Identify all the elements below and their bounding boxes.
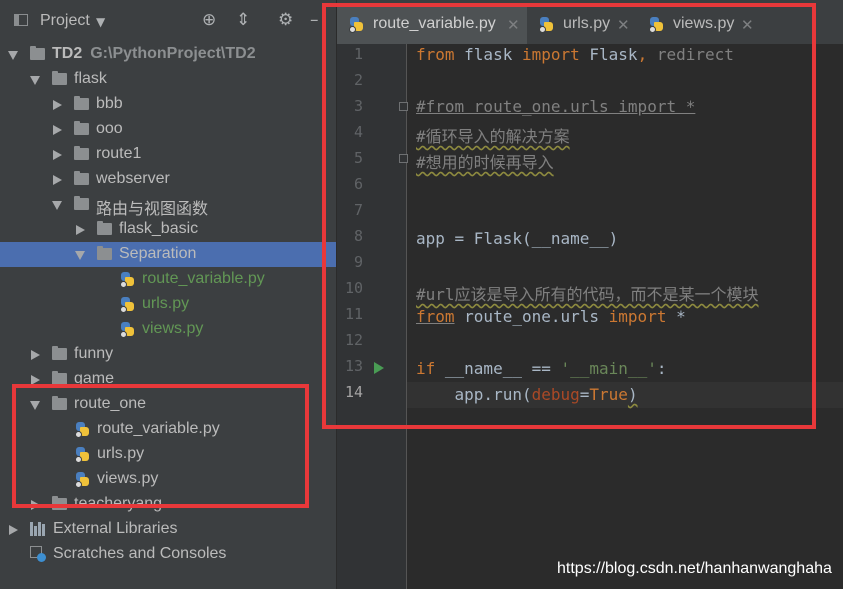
gear-icon[interactable]: ⚙ <box>278 11 293 29</box>
folder-icon <box>52 346 67 360</box>
folder-icon <box>30 46 45 60</box>
tree-item-label: ooo <box>96 120 123 137</box>
folder-icon <box>97 221 112 235</box>
collapse-all-icon[interactable]: ⇕ <box>236 11 250 29</box>
python-file-icon <box>120 321 135 338</box>
tree-item-label: funny <box>74 345 114 362</box>
locate-icon[interactable]: ⊕ <box>202 11 216 29</box>
expand-arrow-down-icon[interactable] <box>75 251 85 260</box>
tree-item-label: flask_basic <box>119 220 199 237</box>
tree-item-label: 路由与视图函数 <box>96 201 209 218</box>
expand-arrow-right-icon[interactable] <box>9 525 18 535</box>
expand-arrow-down-icon[interactable] <box>52 201 62 210</box>
tree-item[interactable]: flask_basic <box>0 217 336 242</box>
folder-icon <box>74 171 89 185</box>
chevron-down-icon[interactable]: ▼ <box>96 13 105 31</box>
highlight-box-route-one <box>12 384 309 508</box>
watermark: https://blog.csdn.net/hanhanwanghaha <box>557 560 832 577</box>
highlight-box-editor <box>322 3 816 429</box>
expand-arrow-down-icon[interactable] <box>8 51 18 60</box>
folder-icon <box>74 146 89 160</box>
expand-arrow-right-icon[interactable] <box>53 100 62 110</box>
python-file-icon <box>120 296 135 313</box>
tree-item-label: External Libraries <box>53 520 178 537</box>
tree-item-label: Scratches and Consoles <box>53 545 227 562</box>
project-path: G:\PythonProject\TD2 <box>90 45 256 62</box>
project-view-icon <box>14 14 28 26</box>
hide-icon[interactable]: – <box>310 11 319 29</box>
tree-item-label: webserver <box>96 170 170 187</box>
tree-item-label: flask <box>74 70 107 87</box>
tree-item[interactable]: route_variable.py <box>0 267 336 292</box>
expand-arrow-right-icon[interactable] <box>31 350 40 360</box>
tree-item[interactable]: views.py <box>0 317 336 342</box>
scratches-icon <box>30 546 46 562</box>
tree-item-label: Separation <box>119 245 197 262</box>
tree-item[interactable]: 路由与视图函数 <box>0 192 336 218</box>
tree-item[interactable]: route1 <box>0 142 336 167</box>
tree-item[interactable]: Separation <box>0 242 336 267</box>
folder-icon <box>74 96 89 110</box>
tree-item[interactable]: urls.py <box>0 292 336 317</box>
tree-item[interactable]: External Libraries <box>0 517 336 542</box>
libraries-icon <box>30 522 48 536</box>
expand-arrow-down-icon[interactable] <box>30 76 40 85</box>
folder-icon <box>74 121 89 135</box>
tree-item[interactable]: webserver <box>0 167 336 192</box>
expand-arrow-right-icon[interactable] <box>76 225 85 235</box>
tree-item-label: urls.py <box>142 295 190 312</box>
folder-icon <box>74 196 89 210</box>
tree-item[interactable]: ooo <box>0 117 336 142</box>
expand-arrow-right-icon[interactable] <box>53 150 62 160</box>
tree-item-label: route_variable.py <box>142 270 265 287</box>
tree-item-label: views.py <box>142 320 204 337</box>
tree-item[interactable]: flask <box>0 67 336 92</box>
folder-icon <box>97 246 112 260</box>
project-panel-title[interactable]: Project <box>40 12 90 30</box>
expand-arrow-right-icon[interactable] <box>53 175 62 185</box>
tree-item-label: bbb <box>96 95 123 112</box>
expand-arrow-right-icon[interactable] <box>53 125 62 135</box>
tree-item[interactable]: TD2 G:\PythonProject\TD2 <box>0 42 336 67</box>
tree-item[interactable]: Scratches and Consoles <box>0 542 336 567</box>
folder-icon <box>52 71 67 85</box>
tree-item-label: TD2 G:\PythonProject\TD2 <box>52 45 256 62</box>
python-file-icon <box>120 271 135 288</box>
tree-item[interactable]: bbb <box>0 92 336 117</box>
project-panel-header: Project ▼ ⊕ ⇕ ⚙ – <box>0 0 336 40</box>
tree-item[interactable]: funny <box>0 342 336 367</box>
tree-item-label: route1 <box>96 145 142 162</box>
